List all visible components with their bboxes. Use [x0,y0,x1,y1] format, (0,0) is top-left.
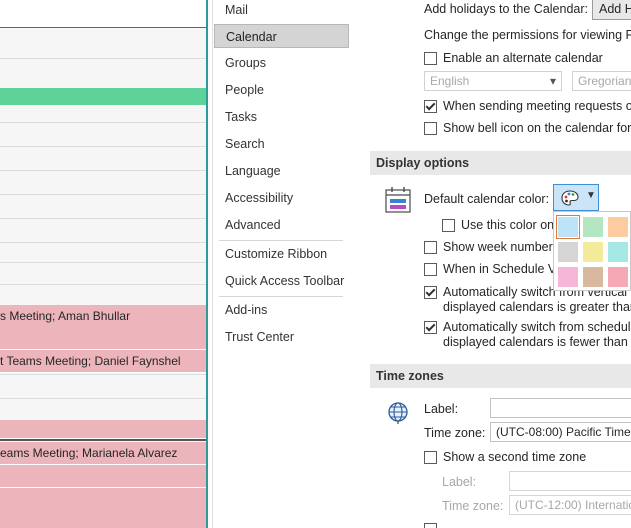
calendar-event-block[interactable] [0,465,206,488]
use-color-checkbox[interactable] [442,219,455,232]
second-time-zone-field-label: Time zone: [442,499,504,513]
color-swatch[interactable] [608,242,628,262]
nav-item-language[interactable]: Language [214,159,349,183]
calendar-type-select[interactable]: Gregorian [572,71,631,91]
meeting-requests-checkbox[interactable] [424,100,437,113]
switch-schedule-label-2: displayed calendars is fewer than or [443,335,631,349]
nav-item-add-ins[interactable]: Add-ins [214,298,349,322]
second-time-zone-checkbox[interactable] [424,451,437,464]
color-swatch[interactable] [583,267,603,287]
second-time-zone-label: Show a second time zone [443,450,587,464]
chevron-down-icon: ▼ [586,190,596,201]
switch-vertical-label-2: displayed calendars is greater than [443,300,631,314]
day-divider [0,439,206,441]
color-swatch[interactable] [608,217,628,237]
calendar-color-button[interactable]: ▼ [553,184,599,211]
color-swatch[interactable] [556,215,580,239]
language-select-value: English [430,74,470,88]
nav-item-advanced[interactable]: Advanced [214,213,349,237]
week-numbers-checkbox[interactable] [424,241,437,254]
color-swatch[interactable] [583,217,603,237]
all-day-event-bar[interactable] [0,88,206,105]
calendar-event-block[interactable] [0,510,206,528]
schedule-view-checkbox[interactable] [424,263,437,276]
tz-label-input[interactable] [490,398,631,418]
calendar-event[interactable]: eams Meeting; Marianela Alvarez [0,442,206,465]
switch-vertical-checkbox[interactable] [424,286,437,299]
default-color-label: Default calendar color: [424,192,550,206]
tz-time-zone-select[interactable]: (UTC-08:00) Pacific Time [490,422,631,442]
options-nav: Mail Calendar Groups People Tasks Search… [212,0,351,528]
nav-item-mail[interactable]: Mail [214,0,349,22]
switch-schedule-checkbox[interactable] [424,321,437,334]
calendar-type-select-value: Gregorian [578,74,631,88]
palette-icon [561,190,579,206]
nav-item-search[interactable]: Search [214,132,349,156]
nav-item-trust-center[interactable]: Trust Center [214,325,349,349]
add-holidays-button[interactable]: Add H [592,0,631,20]
bell-icon-checkbox[interactable] [424,122,437,135]
color-swatch[interactable] [558,267,578,287]
calendar-event-block[interactable] [0,420,206,439]
alternate-calendar-label: Enable an alternate calendar [443,51,603,65]
color-swatch[interactable] [608,267,628,287]
time-zones-header: Time zones [370,364,631,388]
schedule-view-label: When in Schedule Vi [443,262,559,276]
use-color-label: Use this color on [461,218,555,232]
calendar-event[interactable]: s Meeting; Aman Bhullar [0,305,206,328]
nav-divider [219,240,343,241]
tz-label-label: Label: [424,402,459,416]
color-swatch[interactable] [558,242,578,262]
nav-item-tasks[interactable]: Tasks [214,105,349,129]
nav-item-calendar[interactable]: Calendar [214,24,349,48]
second-label-input[interactable] [509,471,631,491]
calendar-color-icon [384,186,412,214]
calendar-event-block[interactable] [0,327,206,350]
chevron-down-icon: ▾ [549,74,556,88]
nav-item-accessibility[interactable]: Accessibility [214,186,349,210]
nav-item-people[interactable]: People [214,78,349,102]
color-swatch-menu [553,211,631,291]
globe-icon [386,400,410,424]
alternate-calendar-checkbox[interactable] [424,52,437,65]
calendar-event[interactable]: t Teams Meeting; Daniel Faynshel [0,350,206,373]
language-select[interactable]: English ▾ [424,71,562,91]
nav-divider [219,296,343,297]
nav-item-groups[interactable]: Groups [214,51,349,75]
week-numbers-label: Show week numbers [443,240,560,254]
permissions-text[interactable]: Change the permissions for viewing Fre [424,28,631,42]
holidays-label: Add holidays to the Calendar: [424,2,588,16]
bell-icon-label: Show bell icon on the calendar for a [443,121,631,135]
current-time-line [0,27,206,28]
calendar-event-block[interactable] [0,488,206,511]
calendar-backdrop: s Meeting; Aman Bhullar t Teams Meeting;… [0,0,206,528]
display-options-header: Display options [370,151,631,175]
nav-item-quick-access-toolbar[interactable]: Quick Access Toolbar [214,269,349,293]
tz-time-zone-label: Time zone: [424,426,486,440]
second-label-label: Label: [442,475,477,489]
second-time-zone-select[interactable]: (UTC-12:00) Internatio [509,495,631,515]
switch-schedule-label-1: Automatically switch from schedule [443,320,631,334]
third-time-zone-checkbox[interactable] [424,523,437,528]
nav-item-customize-ribbon[interactable]: Customize Ribbon [214,242,349,266]
color-swatch[interactable] [583,242,603,262]
meeting-requests-label: When sending meeting requests out [443,99,631,113]
calendar-row [0,0,206,27]
